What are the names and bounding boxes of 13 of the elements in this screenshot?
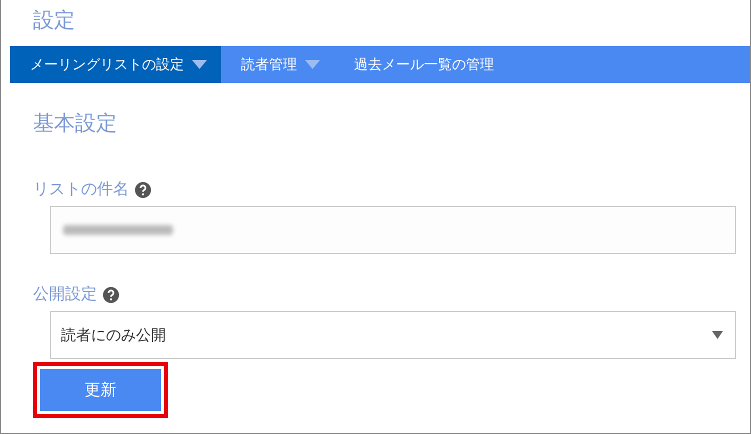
nav-tab[interactable]: 過去メール一覧の管理 — [334, 46, 508, 83]
help-icon[interactable] — [103, 286, 119, 302]
help-icon[interactable] — [135, 182, 151, 198]
nav-tab[interactable]: 読者管理 — [221, 46, 334, 83]
input-field[interactable] — [50, 206, 736, 254]
caret-icon — [712, 331, 723, 339]
field-label: リストの件名 — [33, 179, 129, 200]
select-field[interactable]: 読者にのみ公開 — [50, 311, 736, 359]
section-title: 基本設定 — [32, 110, 118, 137]
page-title: 設定 — [32, 7, 76, 34]
field-label: 公開設定 — [33, 284, 97, 305]
update-button[interactable]: 更新 — [40, 369, 161, 411]
nav-tab[interactable]: メーリングリストの設定 — [10, 46, 221, 83]
